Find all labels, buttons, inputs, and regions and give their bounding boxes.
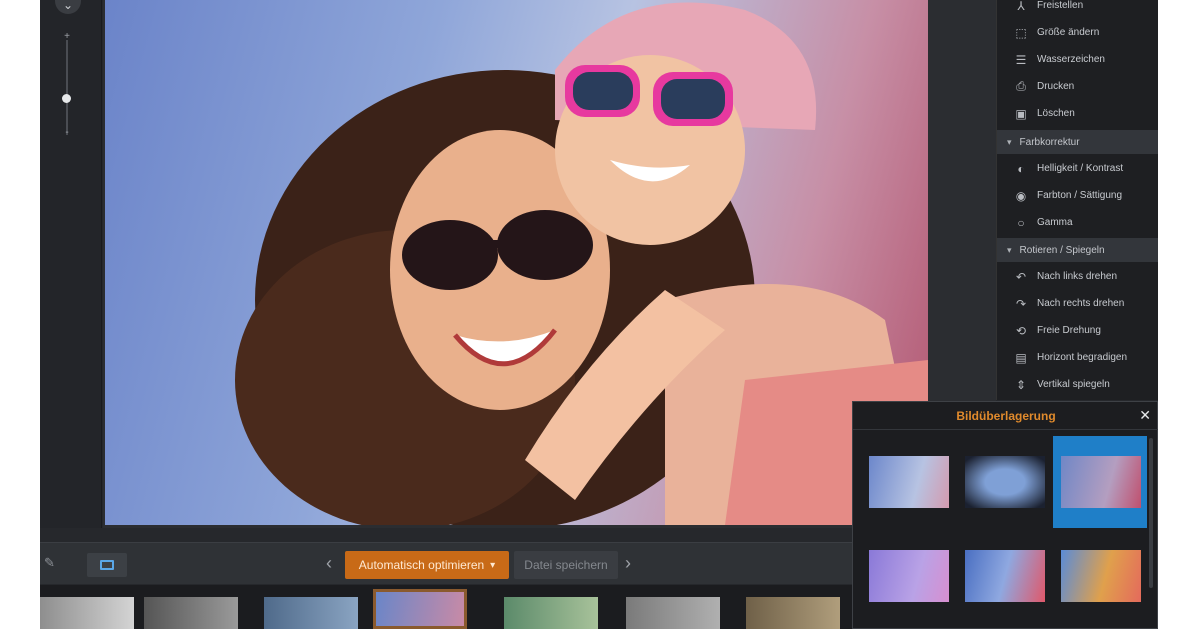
tool-label: Horizont begradigen bbox=[1037, 352, 1128, 363]
section-rotate-flip[interactable]: ▾ Rotieren / Spiegeln bbox=[997, 238, 1158, 262]
tools-panel: ⅄ Freistellen ⬚ Größe ändern ☰ Wasserzeiche… bbox=[996, 0, 1158, 400]
tool-label: Größe ändern bbox=[1037, 27, 1100, 38]
tool-hue-saturation[interactable]: ◉ Farbton / Sättigung bbox=[997, 182, 1158, 209]
auto-optimize-button[interactable]: Automatisch optimieren ▾ bbox=[345, 551, 509, 579]
monitor-icon bbox=[100, 560, 114, 570]
tool-rotate-left[interactable]: ↶ Nach links drehen bbox=[997, 263, 1158, 290]
tool-label: Helligkeit / Kontrast bbox=[1037, 163, 1124, 174]
tool-label: Gamma bbox=[1037, 217, 1073, 228]
tool-label: Nach rechts drehen bbox=[1037, 298, 1125, 309]
dropdown-arrow-icon[interactable]: ▾ bbox=[490, 560, 495, 571]
filmstrip-thumb[interactable] bbox=[626, 597, 720, 629]
tool-label: Freie Drehung bbox=[1037, 325, 1101, 336]
tool-free-rotate[interactable]: ⟲ Freie Drehung bbox=[997, 317, 1158, 344]
tool-print[interactable]: ⎙ Drucken bbox=[997, 73, 1158, 100]
rotate-right-icon: ↷ bbox=[1015, 296, 1027, 311]
filmstrip-thumb-selected[interactable] bbox=[373, 589, 467, 629]
overlay-option[interactable] bbox=[1053, 530, 1147, 622]
overlay-preview bbox=[965, 456, 1045, 508]
photo-editor-window: ⌄ + - ⅄ Freistellen ⬚ Größe ändern ☰ Was… bbox=[40, 0, 1158, 629]
photo-illustration bbox=[235, 2, 928, 525]
overlay-preview bbox=[1061, 550, 1141, 602]
tool-gamma[interactable]: ○ Gamma bbox=[997, 209, 1158, 236]
collapse-arrow-icon: ▾ bbox=[1007, 244, 1012, 255]
dialog-title: Bildüberlagerung bbox=[853, 402, 1158, 430]
trash-icon: ▣ bbox=[1015, 106, 1027, 121]
zoom-toggle-button[interactable]: ⌄ bbox=[55, 0, 81, 14]
tool-brightness-contrast[interactable]: ◐ Helligkeit / Kontrast bbox=[997, 155, 1158, 182]
auto-optimize-label: Automatisch optimieren bbox=[358, 558, 485, 572]
next-arrow-icon[interactable]: › bbox=[625, 553, 631, 573]
overlay-option[interactable] bbox=[861, 436, 955, 528]
overlay-option-selected[interactable] bbox=[1053, 436, 1147, 528]
tool-label: Nach links drehen bbox=[1037, 271, 1118, 282]
horizon-icon: ▤ bbox=[1015, 350, 1027, 365]
photo-preview[interactable] bbox=[105, 0, 928, 525]
tool-resize[interactable]: ⬚ Größe ändern bbox=[997, 19, 1158, 46]
hue-icon: ◉ bbox=[1015, 188, 1027, 203]
filmstrip-thumb[interactable] bbox=[144, 597, 238, 629]
tool-label: Wasserzeichen bbox=[1037, 54, 1105, 65]
tool-label: Drucken bbox=[1037, 81, 1075, 92]
overlay-preview bbox=[869, 456, 949, 508]
tool-straighten-horizon[interactable]: ▤ Horizont begradigen bbox=[997, 344, 1158, 371]
tool-watermark[interactable]: ☰ Wasserzeichen bbox=[997, 46, 1158, 73]
gamma-icon: ○ bbox=[1017, 215, 1025, 230]
image-overlay-dialog: Bildüberlagerung ✕ bbox=[852, 401, 1158, 629]
overlay-preview bbox=[869, 550, 949, 602]
overlay-preview bbox=[1061, 456, 1141, 508]
rotate-left-icon: ↶ bbox=[1015, 269, 1027, 284]
section-label: Rotieren / Spiegeln bbox=[1019, 244, 1105, 256]
zoom-slider-track[interactable] bbox=[66, 40, 68, 135]
contrast-icon: ◐ bbox=[1017, 161, 1025, 176]
view-mode-button[interactable] bbox=[87, 553, 127, 577]
flip-vertical-icon: ⇕ bbox=[1015, 377, 1027, 392]
resize-icon: ⬚ bbox=[1015, 25, 1027, 40]
dialog-scrollbar[interactable] bbox=[1149, 438, 1153, 588]
tool-rotate-right[interactable]: ↷ Nach rechts drehen bbox=[997, 290, 1158, 317]
bottom-toolbar: ✎ ‹ Automatisch optimieren ▾ Datei speic… bbox=[40, 542, 860, 584]
filmstrip-thumb[interactable] bbox=[746, 597, 840, 629]
prev-arrow-icon[interactable]: ‹ bbox=[326, 553, 332, 573]
save-file-label: Datei speichern bbox=[524, 558, 608, 572]
overlay-preview bbox=[965, 550, 1045, 602]
watermark-icon: ☰ bbox=[1015, 52, 1027, 67]
tool-delete[interactable]: ▣ Löschen bbox=[997, 100, 1158, 127]
tool-label: Vertikal spiegeln bbox=[1037, 379, 1110, 390]
tool-crop[interactable]: ⅄ Freistellen bbox=[997, 0, 1158, 19]
tool-label: Löschen bbox=[1037, 108, 1075, 119]
filmstrip-thumb[interactable] bbox=[264, 597, 358, 629]
filmstrip-thumb[interactable] bbox=[504, 597, 598, 629]
zoom-panel: ⌄ + - bbox=[40, 0, 102, 528]
collapse-arrow-icon: ▾ bbox=[1007, 136, 1012, 147]
close-icon[interactable]: ✕ bbox=[1139, 407, 1151, 424]
tool-label: Farbton / Sättigung bbox=[1037, 190, 1123, 201]
section-color-correction[interactable]: ▾ Farbkorrektur bbox=[997, 130, 1158, 154]
crop-icon: ⅄ bbox=[1017, 0, 1025, 13]
overlay-option[interactable] bbox=[861, 530, 955, 622]
edit-pen-icon[interactable]: ✎ bbox=[44, 555, 55, 571]
tool-label: Freistellen bbox=[1037, 0, 1084, 11]
save-file-button[interactable]: Datei speichern bbox=[514, 551, 618, 579]
section-label: Farbkorrektur bbox=[1019, 136, 1080, 148]
free-rotate-icon: ⟲ bbox=[1015, 323, 1027, 338]
print-icon: ⎙ bbox=[1016, 79, 1026, 93]
zoom-out-label[interactable]: - bbox=[62, 128, 72, 138]
filmstrip-thumb[interactable] bbox=[40, 597, 134, 629]
overlay-option[interactable] bbox=[957, 530, 1051, 622]
overlay-option[interactable] bbox=[957, 436, 1051, 528]
zoom-slider-handle[interactable] bbox=[62, 94, 71, 103]
filmstrip bbox=[40, 585, 860, 629]
tool-flip-vertical[interactable]: ⇕ Vertikal spiegeln bbox=[997, 371, 1158, 398]
